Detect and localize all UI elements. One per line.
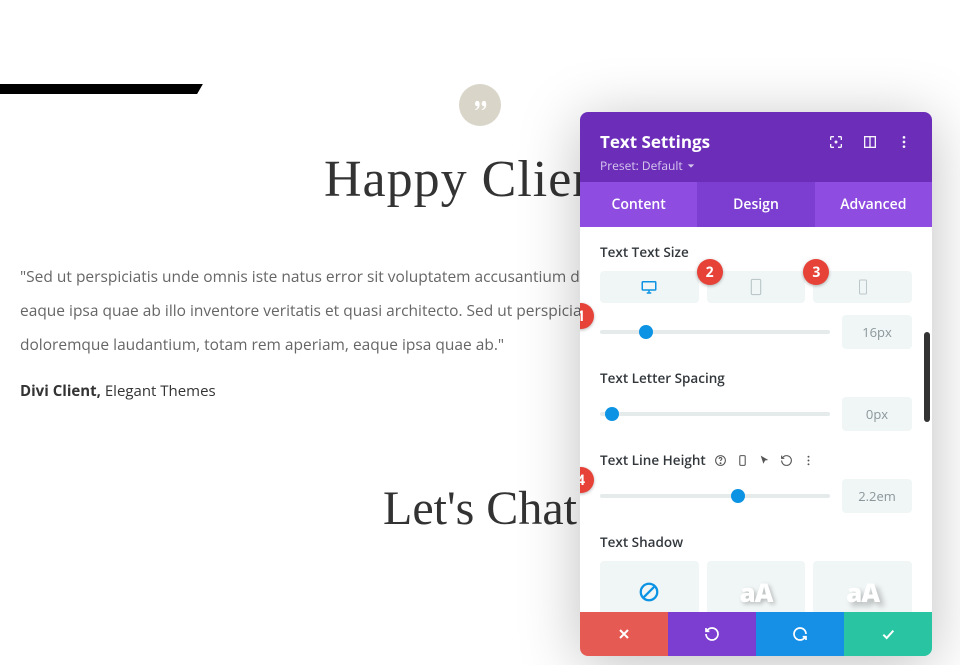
device-icon[interactable]	[736, 454, 749, 467]
annotation-badge-2: 2	[697, 259, 723, 285]
line-height-text: Text Line Height	[600, 451, 706, 469]
panel-header[interactable]: Text Settings Preset: Default	[580, 112, 932, 182]
tab-design[interactable]: Design	[697, 182, 814, 227]
preset-selector[interactable]: Preset: Default	[600, 157, 912, 174]
text-shadow-label: Text Shadow	[600, 533, 912, 551]
text-size-slider[interactable]	[600, 330, 830, 334]
none-icon	[638, 581, 660, 603]
panel-footer	[580, 612, 932, 656]
undo-button[interactable]	[668, 612, 756, 656]
hover-cursor-icon[interactable]	[758, 454, 771, 467]
cancel-button[interactable]	[580, 612, 668, 656]
letter-spacing-label: Text Letter Spacing	[600, 369, 912, 387]
help-icon[interactable]	[714, 454, 727, 467]
device-phone-button[interactable]: 3	[813, 271, 912, 303]
menu-dots-icon[interactable]	[896, 134, 912, 150]
shadow-sample: aA	[846, 574, 879, 610]
panel-layout-icon[interactable]	[862, 134, 878, 150]
panel-body: Text Text Size 2 3 1 16px Text Letter Sp…	[580, 227, 932, 612]
reset-icon[interactable]	[780, 454, 793, 467]
scrollbar-thumb[interactable]	[924, 332, 930, 422]
line-height-value[interactable]: 2.2em	[842, 479, 912, 513]
annotation-badge-3: 3	[803, 259, 829, 285]
shadow-sample: aA	[739, 574, 772, 610]
text-size-value[interactable]: 16px	[842, 315, 912, 349]
option-dots-icon[interactable]	[802, 454, 815, 467]
text-size-label: Text Text Size	[600, 243, 912, 261]
panel-title: Text Settings	[600, 130, 710, 153]
shadow-preset-1[interactable]: aA	[707, 561, 806, 612]
shadow-preset-2[interactable]: aA	[813, 561, 912, 612]
slider-thumb[interactable]	[731, 489, 745, 503]
shadow-none-option[interactable]	[600, 561, 699, 612]
redo-button[interactable]	[756, 612, 844, 656]
letter-spacing-value[interactable]: 0px	[842, 397, 912, 431]
chevron-down-icon	[687, 162, 695, 170]
preset-label: Preset: Default	[600, 157, 683, 174]
byline-author: Divi Client,	[20, 381, 101, 401]
device-tablet-button[interactable]: 2	[707, 271, 806, 303]
letter-spacing-slider[interactable]	[600, 412, 830, 416]
tab-content[interactable]: Content	[580, 182, 697, 227]
quote-icon	[459, 84, 501, 126]
slider-thumb[interactable]	[639, 325, 653, 339]
annotation-badge-4: 4	[580, 467, 594, 493]
annotation-badge-1: 1	[580, 303, 594, 329]
line-height-slider[interactable]	[600, 494, 830, 498]
byline-company: Elegant Themes	[105, 381, 216, 401]
save-button[interactable]	[844, 612, 932, 656]
settings-panel: Text Settings Preset: Default Content De…	[580, 112, 932, 656]
slider-thumb[interactable]	[605, 407, 619, 421]
tab-advanced[interactable]: Advanced	[815, 182, 932, 227]
device-desktop-button[interactable]	[600, 271, 699, 303]
panel-tabs: Content Design Advanced	[580, 182, 932, 227]
expand-icon[interactable]	[828, 134, 844, 150]
line-height-label: Text Line Height	[600, 451, 912, 469]
